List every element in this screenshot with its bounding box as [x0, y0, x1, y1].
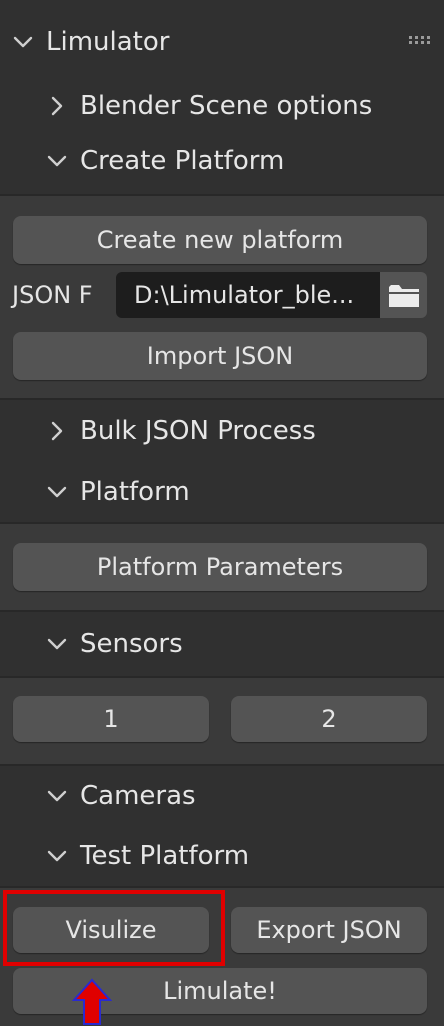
chevron-down-icon — [47, 486, 67, 498]
section-blender-scene-options[interactable]: Blender Scene options — [0, 84, 444, 128]
json-file-label: JSON F — [12, 281, 93, 309]
sensor-1-button[interactable]: 1 — [13, 696, 209, 742]
chevron-right-icon — [51, 96, 63, 116]
panel-title: Limulator — [46, 27, 170, 57]
section-label: Platform — [80, 477, 190, 507]
sensor-2-button[interactable]: 2 — [231, 696, 427, 742]
section-test-platform[interactable]: Test Platform — [0, 826, 444, 886]
section-platform[interactable]: Platform — [0, 462, 444, 522]
panel-header-limulator[interactable]: Limulator — [0, 0, 444, 84]
section-label: Bulk JSON Process — [80, 416, 316, 446]
chevron-down-icon — [47, 850, 67, 862]
create-new-platform-button[interactable]: Create new platform — [13, 216, 427, 264]
highlight-box — [3, 890, 225, 966]
platform-parameters-button[interactable]: Platform Parameters — [13, 543, 427, 591]
section-label: Test Platform — [80, 841, 250, 871]
chevron-down-icon — [47, 638, 67, 650]
section-create-platform[interactable]: Create Platform — [0, 128, 444, 194]
import-json-button[interactable]: Import JSON — [13, 332, 427, 380]
section-sensors[interactable]: Sensors — [0, 612, 444, 676]
section-label: Create Platform — [80, 146, 285, 176]
section-label: Blender Scene options — [80, 91, 373, 121]
file-browse-button[interactable] — [380, 272, 427, 318]
section-cameras[interactable]: Cameras — [0, 766, 444, 826]
json-file-path-input[interactable]: D:\Limulator_ble... — [116, 272, 380, 318]
export-json-button[interactable]: Export JSON — [231, 907, 427, 953]
chevron-down-icon — [13, 36, 33, 48]
section-label: Sensors — [80, 629, 183, 659]
section-label: Cameras — [80, 781, 196, 811]
chevron-down-icon — [47, 790, 67, 802]
chevron-right-icon — [51, 421, 63, 441]
arrow-up-icon — [72, 978, 112, 1025]
folder-icon — [388, 285, 419, 307]
section-bulk-json-process[interactable]: Bulk JSON Process — [0, 400, 444, 462]
chevron-down-icon — [47, 155, 67, 167]
drag-grip-icon[interactable] — [409, 36, 430, 44]
